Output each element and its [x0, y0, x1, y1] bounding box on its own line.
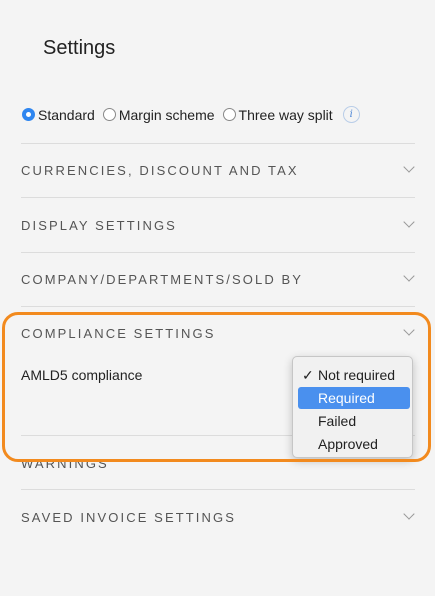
radio-standard[interactable]: Standard	[22, 107, 95, 123]
section-currencies-label[interactable]: CURRENCIES, DISCOUNT AND TAX	[21, 163, 299, 178]
checkmark-icon: ✓	[302, 367, 314, 383]
radio-standard-button[interactable]	[22, 108, 35, 121]
dropdown-option-not-required[interactable]: ✓ Not required	[298, 364, 410, 386]
chevron-down-icon[interactable]	[403, 324, 415, 336]
radio-standard-label[interactable]: Standard	[38, 107, 95, 123]
chevron-down-icon[interactable]	[403, 270, 415, 282]
dropdown-option-label[interactable]: Approved	[318, 436, 378, 452]
divider	[21, 143, 415, 144]
section-display-label[interactable]: DISPLAY SETTINGS	[21, 218, 177, 233]
section-compliance-label[interactable]: COMPLIANCE SETTINGS	[21, 326, 215, 341]
section-display-settings[interactable]: DISPLAY SETTINGS	[21, 216, 415, 233]
radio-margin-scheme-label[interactable]: Margin scheme	[119, 107, 215, 123]
chevron-down-icon[interactable]	[403, 161, 415, 173]
section-company-label[interactable]: COMPANY/DEPARTMENTS/SOLD BY	[21, 272, 303, 287]
vat-scheme-radio-group: Standard Margin scheme Three way split i	[22, 106, 360, 123]
section-saved-invoice-settings[interactable]: SAVED INVOICE SETTINGS	[21, 508, 415, 525]
dropdown-option-label[interactable]: Not required	[318, 367, 395, 383]
amld5-compliance-label: AMLD5 compliance	[21, 367, 143, 383]
dropdown-option-failed[interactable]: Failed	[298, 410, 410, 432]
amld5-compliance-dropdown-menu[interactable]: ✓ Not required Required Failed Approved	[292, 356, 413, 458]
chevron-down-icon[interactable]	[403, 216, 415, 228]
section-currencies-discount-tax[interactable]: CURRENCIES, DISCOUNT AND TAX	[21, 161, 415, 178]
radio-three-way-split-label[interactable]: Three way split	[239, 107, 333, 123]
info-icon[interactable]: i	[342, 106, 360, 123]
section-saved-invoice-label[interactable]: SAVED INVOICE SETTINGS	[21, 510, 236, 525]
divider	[21, 489, 415, 490]
dropdown-option-label[interactable]: Required	[318, 390, 375, 406]
section-warnings[interactable]: WARNINGS	[21, 456, 415, 471]
divider	[21, 197, 415, 198]
page-title: Settings	[43, 37, 116, 59]
dropdown-option-label[interactable]: Failed	[318, 413, 356, 429]
dropdown-option-approved[interactable]: Approved	[298, 433, 410, 455]
divider	[21, 306, 415, 307]
chevron-down-icon[interactable]	[403, 508, 415, 520]
radio-three-way-split-button[interactable]	[222, 108, 236, 121]
divider	[21, 252, 415, 253]
section-company-departments[interactable]: COMPANY/DEPARTMENTS/SOLD BY	[21, 270, 415, 287]
radio-three-way-split[interactable]: Three way split	[222, 107, 333, 123]
radio-margin-scheme-button[interactable]	[102, 108, 116, 121]
section-warnings-label[interactable]: WARNINGS	[21, 456, 109, 471]
section-compliance-settings[interactable]: COMPLIANCE SETTINGS	[21, 324, 415, 341]
dropdown-option-required[interactable]: Required	[298, 387, 410, 409]
radio-margin-scheme[interactable]: Margin scheme	[102, 107, 215, 123]
